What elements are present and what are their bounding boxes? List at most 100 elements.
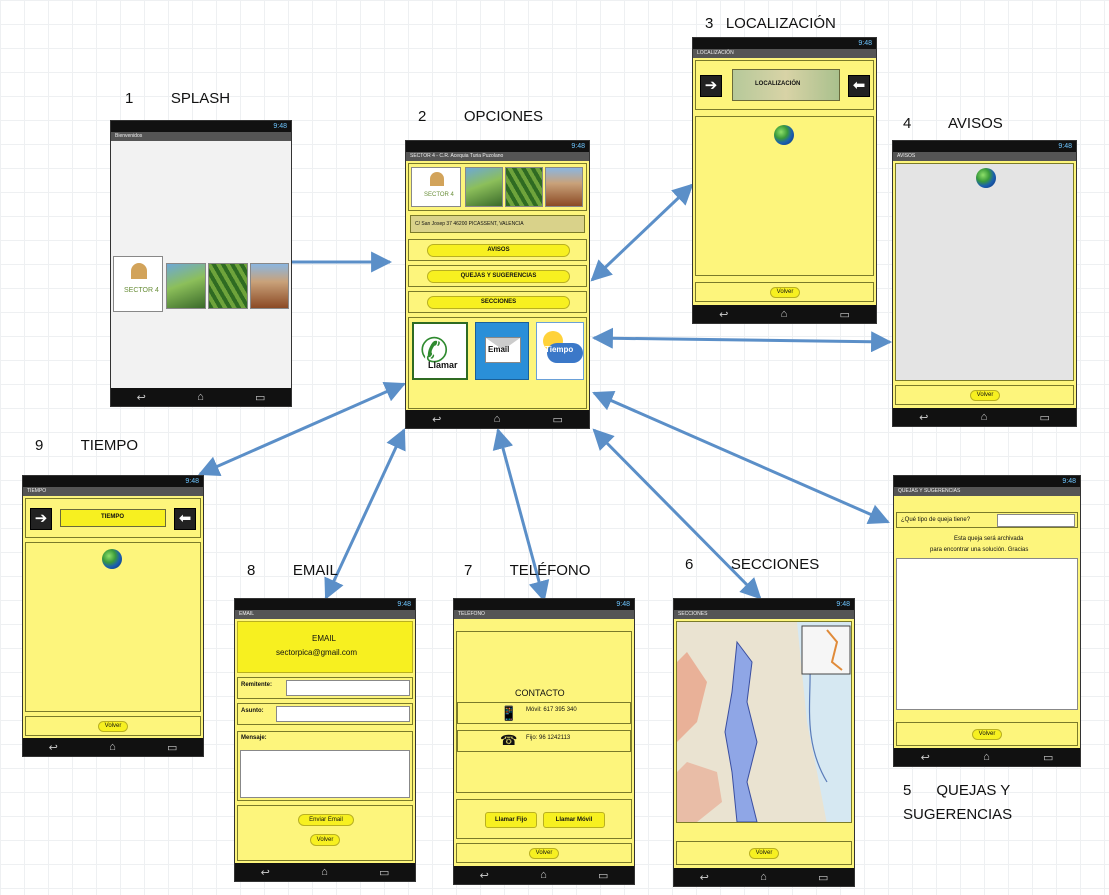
nav-bar: ↩ ⌂ ▭	[674, 868, 854, 886]
label-avisos: 4 AVISOS	[903, 115, 1003, 132]
avisos-screen: Volver	[893, 161, 1076, 408]
telefono-screen: CONTACTO 📱 Móvil: 617 395 340 ☎ Fijo: 96…	[454, 619, 634, 866]
email-icon-button[interactable]: Email	[475, 322, 529, 380]
weather-icon-button[interactable]: Tiempo	[536, 322, 584, 380]
back-icon[interactable]: ↩	[261, 866, 270, 879]
mobile-number: Móvil: 617 395 340	[526, 707, 577, 713]
email-footer: Enviar Email Volver	[237, 805, 413, 861]
quejas-type-input[interactable]	[997, 514, 1075, 527]
recents-icon[interactable]: ▭	[1039, 411, 1049, 424]
opciones-header-images: SECTOR 4	[408, 163, 587, 211]
home-icon[interactable]: ⌂	[983, 751, 990, 763]
phone-opciones: 9:48 SECTOR 4 - C.R. Acequia Turia Puzol…	[405, 140, 590, 429]
recents-icon[interactable]: ▭	[379, 866, 389, 879]
splash-image-field	[250, 263, 289, 309]
volver-button[interactable]: Volver	[98, 721, 128, 732]
back-icon[interactable]: ↩	[700, 871, 709, 884]
recents-icon[interactable]: ▭	[167, 741, 177, 754]
back-icon[interactable]: ↩	[921, 751, 930, 764]
banner-text: LOCALIZACIÓN	[755, 81, 801, 87]
back-icon[interactable]: ↩	[49, 741, 58, 754]
screen-title: TELÉFONO	[454, 610, 634, 619]
telephone-icon: ☎	[500, 732, 518, 748]
tiempo-banner: TIEMPO	[60, 509, 166, 527]
localizacion-footer: Volver	[695, 282, 874, 302]
recents-icon[interactable]: ▭	[255, 391, 265, 404]
quejas-button[interactable]: QUEJAS Y SUGERENCIAS	[427, 270, 570, 283]
home-icon[interactable]: ⌂	[109, 741, 116, 753]
arrow-opciones-localizacion	[590, 183, 694, 282]
back-icon[interactable]: ↩	[480, 869, 489, 882]
status-bar: 9:48	[894, 476, 1080, 487]
subject-input[interactable]	[276, 706, 410, 722]
avisos-button[interactable]: AVISOS	[427, 244, 570, 257]
globe-icon	[774, 125, 794, 145]
label-telefono: 7 TELÉFONO	[464, 562, 591, 579]
mobile-row: 📱 Móvil: 617 395 340	[457, 702, 631, 724]
back-arrow-button[interactable]: ⬅	[848, 75, 870, 97]
home-icon[interactable]: ⌂	[781, 308, 788, 320]
icon-row: ✆ Llamar Email Tiempo	[408, 317, 587, 409]
message-input[interactable]	[240, 750, 410, 798]
recents-icon[interactable]: ▭	[598, 869, 608, 882]
home-icon[interactable]: ⌂	[321, 866, 328, 878]
banner-text: TIEMPO	[101, 514, 125, 520]
email-screen: EMAIL sectorpica@gmail.com Remitente: As…	[235, 619, 415, 863]
home-icon[interactable]: ⌂	[197, 391, 204, 403]
nav-bar: ↩ ⌂ ▭	[23, 738, 203, 756]
status-bar: 9:48	[454, 599, 634, 610]
quejas-message-area[interactable]	[896, 558, 1078, 710]
home-icon[interactable]: ⌂	[981, 411, 988, 423]
arrow-opciones-avisos	[591, 327, 893, 353]
opciones-screen: SECTOR 4 C/ San Josep 37 46200 PICASSENT…	[406, 161, 589, 410]
volver-button[interactable]: Volver	[529, 848, 559, 859]
phone-tiempo: 9:48 TIEMPO ➔ TIEMPO ⬅ Volver ↩ ⌂ ▭	[22, 475, 204, 757]
volver-button[interactable]: Volver	[770, 287, 800, 298]
quejas-note-line1: Esta queja será archivada	[954, 536, 1024, 542]
volver-button[interactable]: Volver	[749, 848, 779, 859]
back-arrow-button[interactable]: ⬅	[174, 508, 196, 530]
home-icon[interactable]: ⌂	[760, 871, 767, 883]
section-map-svg	[677, 622, 851, 822]
recents-icon[interactable]: ▭	[552, 413, 562, 426]
from-input[interactable]	[286, 680, 410, 696]
phone-avisos: 9:48 AVISOS Volver ↩ ⌂ ▭	[892, 140, 1077, 427]
back-icon[interactable]: ↩	[137, 391, 146, 404]
landline-number: Fijo: 96 1242113	[526, 735, 571, 741]
back-icon[interactable]: ↩	[432, 413, 441, 426]
recents-icon[interactable]: ▭	[839, 308, 849, 321]
recents-icon[interactable]: ▭	[818, 871, 828, 884]
screen-title: QUEJAS Y SUGERENCIAS	[894, 487, 1080, 496]
home-icon[interactable]: ⌂	[494, 413, 501, 425]
back-icon[interactable]: ↩	[719, 308, 728, 321]
email-header: EMAIL sectorpica@gmail.com	[237, 621, 413, 673]
splash-image-river	[166, 263, 206, 309]
telefono-contact-panel: CONTACTO 📱 Móvil: 617 395 340 ☎ Fijo: 96…	[456, 631, 632, 793]
localizacion-banner: LOCALIZACIÓN	[732, 69, 840, 101]
secciones-button[interactable]: SECCIONES	[427, 296, 570, 309]
volver-button[interactable]: Volver	[972, 729, 1002, 740]
llamar-movil-button[interactable]: Llamar Móvil	[543, 812, 605, 828]
forward-arrow-button[interactable]: ➔	[700, 75, 722, 97]
recents-icon[interactable]: ▭	[1043, 751, 1053, 764]
tiempo-screen: ➔ TIEMPO ⬅ Volver	[23, 496, 203, 738]
quejas-footer: Volver	[896, 722, 1078, 746]
back-icon[interactable]: ↩	[919, 411, 928, 424]
status-bar: 9:48	[674, 599, 854, 610]
home-icon[interactable]: ⌂	[540, 869, 547, 881]
contacto-heading: CONTACTO	[515, 688, 565, 698]
call-icon-button[interactable]: ✆ Llamar	[412, 322, 468, 380]
logo-text: SECTOR 4	[124, 287, 159, 294]
nav-bar: ↩ ⌂ ▭	[894, 748, 1080, 766]
enviar-email-button[interactable]: Enviar Email	[298, 814, 354, 826]
volver-button[interactable]: Volver	[970, 390, 1000, 401]
globe-icon	[976, 168, 996, 188]
llamar-fijo-button[interactable]: Llamar Fijo	[485, 812, 537, 828]
label-email: 8 EMAIL	[247, 562, 338, 579]
volver-button[interactable]: Volver	[310, 834, 340, 846]
from-label: Remitente:	[241, 682, 273, 688]
nav-bar: ↩ ⌂ ▭	[693, 305, 876, 323]
forward-arrow-button[interactable]: ➔	[30, 508, 52, 530]
label-quejas-line2: SUGERENCIAS	[903, 806, 1013, 823]
screen-title: AVISOS	[893, 152, 1076, 161]
